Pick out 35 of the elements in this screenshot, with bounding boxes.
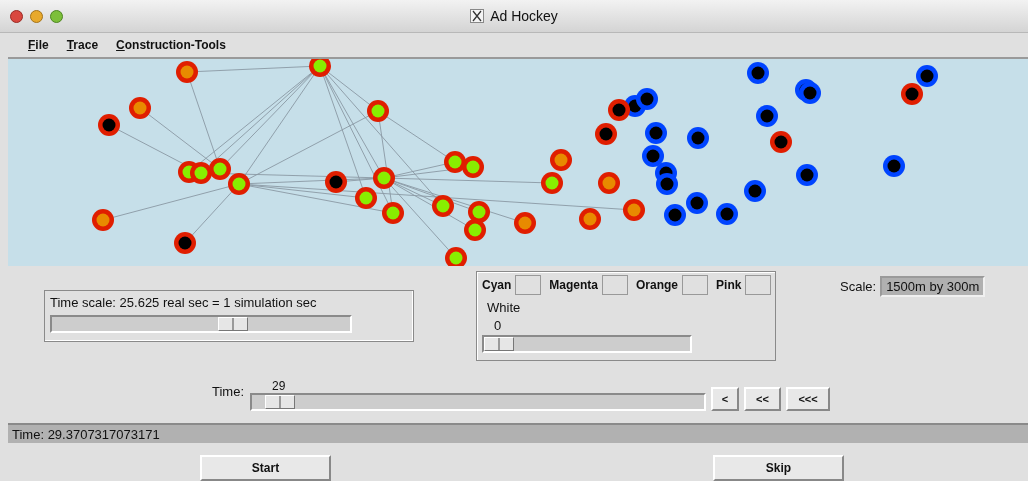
time-scale-slider[interactable] [50,315,352,333]
scale-field: 1500m by 300m [880,275,986,297]
color-field[interactable] [682,275,709,295]
time-slider[interactable] [250,393,707,411]
color-field[interactable] [745,275,772,295]
menu-item[interactable]: Construction-Tools [116,38,226,52]
step-back-button[interactable]: << [744,387,782,411]
color-label: Orange [636,278,679,292]
step-back-button[interactable]: <<< [786,387,831,411]
menu-item[interactable]: File [28,38,49,52]
slider-thumb[interactable] [484,337,514,351]
scale-label: Scale: [840,278,877,294]
start-button[interactable]: Start [200,455,331,481]
time-value: 29 [272,379,287,393]
color-label: Pink [716,278,742,292]
x-window-icon [470,9,485,23]
step-back-button[interactable]: < [711,387,740,411]
slider-value: 0 [494,318,502,333]
zoom-icon[interactable] [50,9,63,23]
level-slider[interactable] [482,335,692,353]
close-icon[interactable] [10,9,23,23]
slider-thumb[interactable] [218,317,249,331]
color-field[interactable] [602,275,629,295]
color-label: Cyan [482,278,512,292]
menu-item[interactable]: Trace [66,38,99,52]
time-scale-label: Time scale: 25.625 real sec = 1 simulation sec [50,295,318,310]
time-label: Time: [212,384,245,399]
skip-button[interactable]: Skip [713,455,844,481]
slider-label: White [487,300,521,315]
window-title: Ad Hockey [490,8,558,24]
minimize-icon[interactable] [30,9,43,23]
status-bar: Time: 29.3707317073171 [8,423,1028,443]
slider-thumb[interactable] [264,395,295,409]
color-field[interactable] [515,275,542,295]
color-label: Magenta [549,278,599,292]
